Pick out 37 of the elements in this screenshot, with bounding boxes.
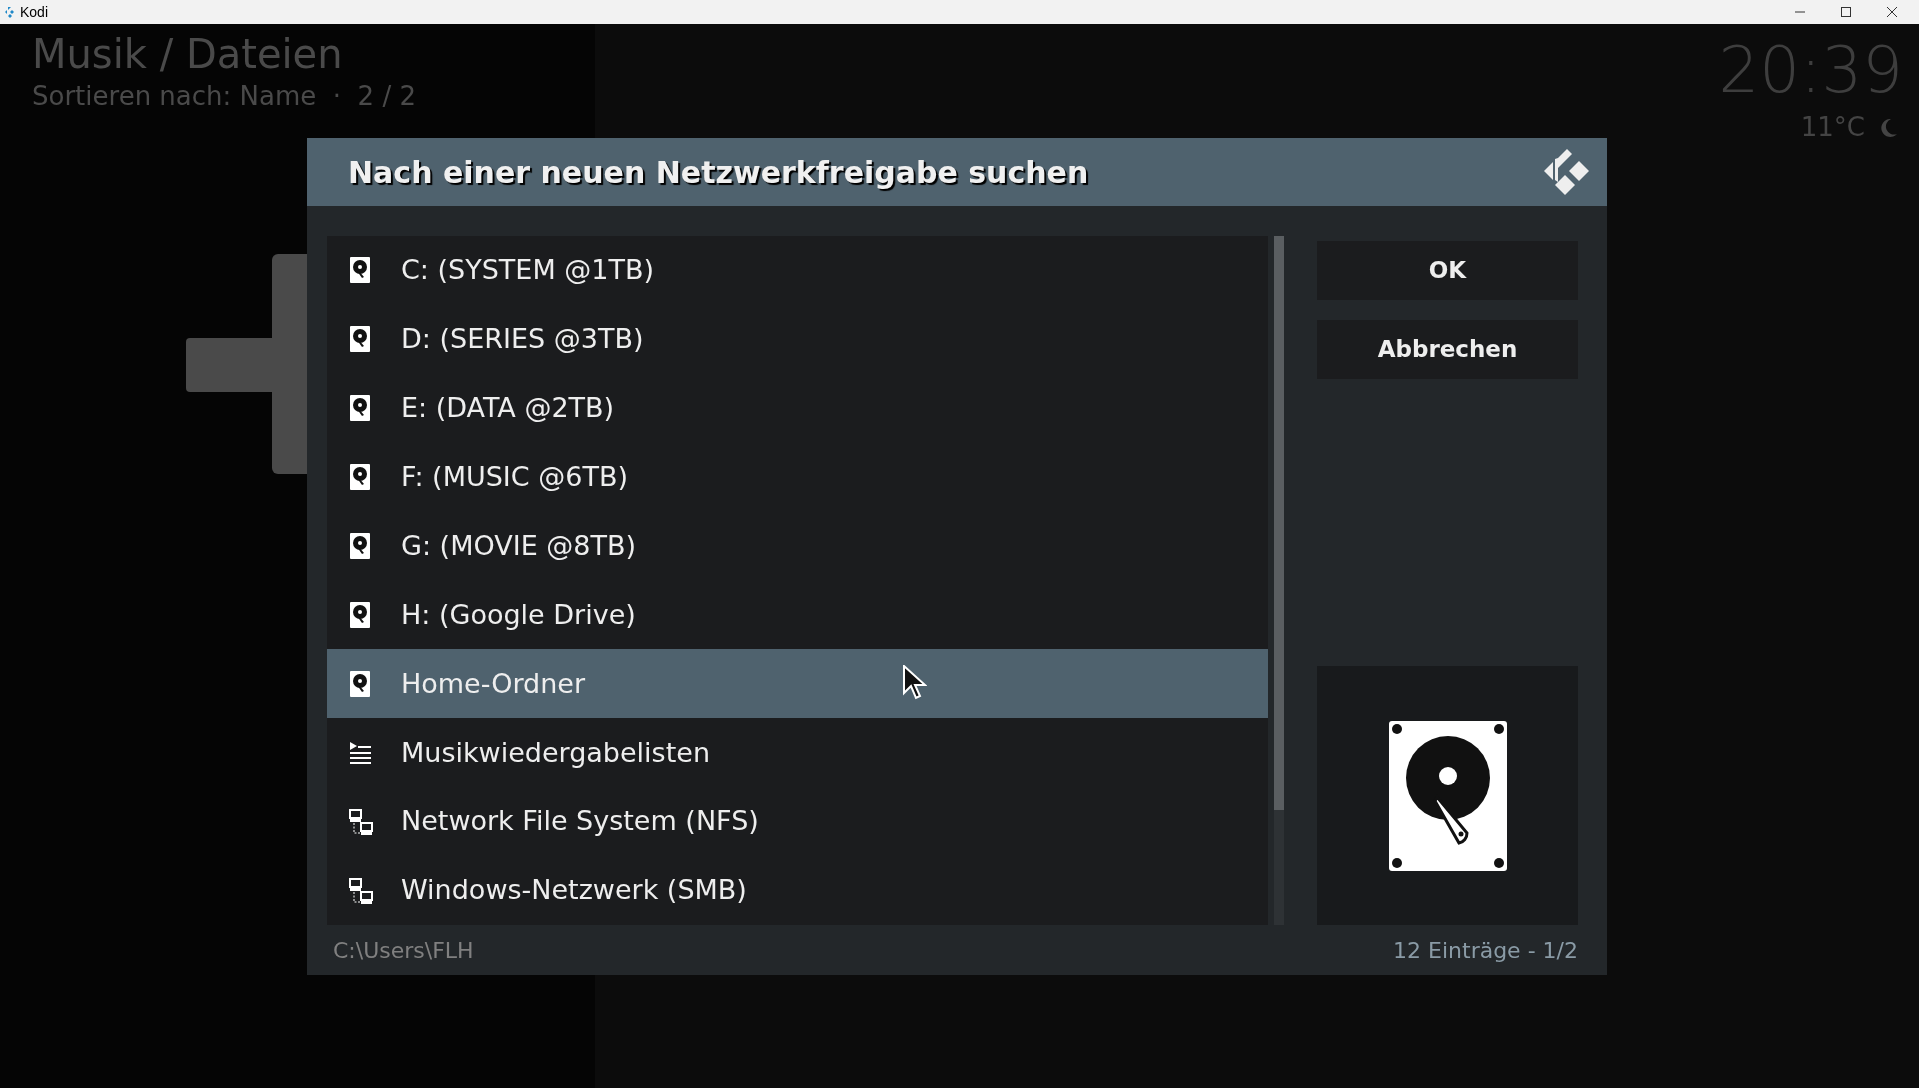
list-item[interactable]: H: (Google Drive) (327, 580, 1268, 650)
item-count: 12 Einträge - 1/2 (1393, 936, 1578, 965)
list-item[interactable]: F: (MUSIC @6TB) (327, 442, 1268, 512)
moon-icon (1881, 118, 1897, 137)
drive-icon (349, 670, 373, 697)
close-icon (1887, 7, 1897, 17)
current-path: C:\Users\FLH (333, 936, 474, 965)
list-item[interactable]: Musikwiedergabelisten (327, 718, 1268, 788)
drive-icon (349, 533, 373, 560)
maximize-icon (1841, 7, 1851, 17)
sort-info: Sortieren nach: Name · 2 / 2 (32, 80, 416, 112)
drive-icon (349, 257, 373, 284)
drive-icon (349, 326, 373, 353)
network-icon (349, 808, 373, 835)
list-item[interactable]: D: (SERIES @3TB) (327, 304, 1268, 374)
cancel-button[interactable]: Abbrechen (1317, 320, 1578, 379)
page-title: Musik / Dateien (32, 30, 344, 79)
list-item[interactable]: Home-Ordner (327, 649, 1268, 719)
temperature: 11°C (1800, 111, 1865, 144)
list-item[interactable]: Network File System (NFS) (327, 787, 1268, 857)
scrollbar[interactable] (1274, 236, 1284, 925)
playlist-icon (349, 739, 373, 766)
app-logo-icon (4, 6, 16, 18)
ok-button[interactable]: OK (1317, 241, 1578, 300)
list-item[interactable]: G: (MOVIE @8TB) (327, 511, 1268, 581)
hard-drive-icon (1388, 720, 1507, 871)
list-item[interactable]: C: (SYSTEM @1TB) (327, 236, 1268, 305)
drive-icon (349, 464, 373, 491)
dialog-title: Nach einer neuen Netzwerkfreigabe suchen (348, 153, 1090, 192)
list-item[interactable]: Windows-Netzwerk (SMB) (327, 856, 1268, 926)
list-item[interactable]: E: (DATA @2TB) (327, 373, 1268, 443)
network-icon (349, 877, 373, 904)
mouse-cursor-icon (903, 665, 927, 701)
drive-icon (349, 602, 373, 628)
window-title: Kodi (20, 2, 49, 22)
scrollbar-thumb[interactable] (1274, 236, 1284, 810)
drive-icon (349, 395, 373, 422)
